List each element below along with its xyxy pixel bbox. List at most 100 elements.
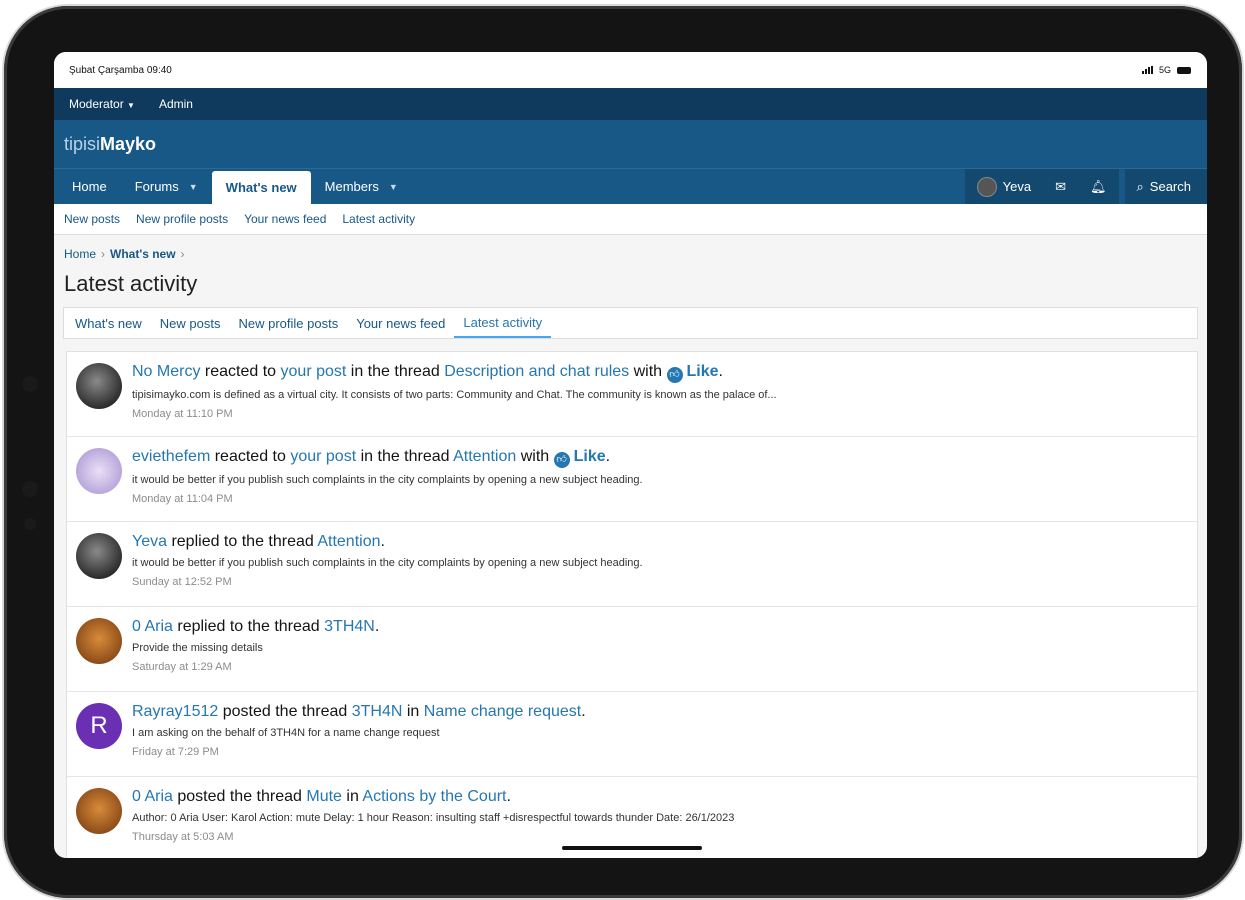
- activity-time[interactable]: Thursday at 5:03 AM: [132, 831, 1197, 843]
- activity-item: eviethefem reacted to your post in the t…: [67, 437, 1197, 522]
- activity-text: replied to the thread: [177, 618, 320, 635]
- filter-tab-new-profile-posts[interactable]: New profile posts: [230, 308, 348, 338]
- activity-text: reacted to: [204, 363, 277, 380]
- subnav-new-profile-posts[interactable]: New profile posts: [136, 212, 228, 226]
- activity-text: .: [718, 363, 723, 380]
- sub-nav: New posts New profile posts Your news fe…: [54, 204, 1207, 235]
- breadcrumb: Home › What's new ›: [54, 235, 1207, 261]
- breadcrumb-home[interactable]: Home: [64, 247, 96, 261]
- activity-text: replied to the thread: [171, 533, 314, 550]
- tab-home[interactable]: Home: [58, 169, 121, 204]
- caret-down-icon[interactable]: ▼: [189, 182, 198, 192]
- user-link[interactable]: 0 Aria: [132, 618, 173, 635]
- activity-time[interactable]: Sunday at 12:52 PM: [132, 576, 1197, 588]
- activity-item: R Rayray1512 posted the thread 3TH4N in …: [67, 692, 1197, 777]
- inbox-icon[interactable]: ✉: [1043, 169, 1078, 204]
- breadcrumb-current[interactable]: What's new: [110, 247, 176, 261]
- activity-snippet: Provide the missing details: [132, 642, 263, 654]
- avatar[interactable]: [76, 788, 122, 834]
- user-name: Yeva: [1002, 179, 1032, 194]
- like-icon: 👍︎: [666, 367, 683, 383]
- filter-tab-whats-new[interactable]: What's new: [66, 308, 151, 338]
- thread-link[interactable]: Attention: [453, 448, 516, 465]
- avatar[interactable]: [76, 448, 122, 494]
- filter-tab-news-feed[interactable]: Your news feed: [347, 308, 454, 338]
- thread-link[interactable]: Mute: [306, 788, 342, 805]
- avatar[interactable]: R: [76, 703, 122, 749]
- battery-icon: [1177, 66, 1191, 74]
- thread-link[interactable]: 3TH4N: [324, 618, 375, 635]
- avatar[interactable]: [76, 533, 122, 579]
- subnav-news-feed[interactable]: Your news feed: [244, 212, 326, 226]
- reaction-label: Like: [686, 363, 719, 380]
- tab-whats-new[interactable]: What's new: [211, 171, 311, 204]
- subnav-new-posts[interactable]: New posts: [64, 212, 120, 226]
- user-link[interactable]: eviethefem: [132, 448, 210, 465]
- staff-bar: Moderator ▼ Admin: [54, 88, 1207, 120]
- activity-snippet: Author: 0 Aria User: Karol Action: mute …: [132, 812, 735, 824]
- tab-whats-new-label: What's new: [225, 180, 297, 195]
- post-link[interactable]: your post: [290, 448, 356, 465]
- avatar[interactable]: [76, 618, 122, 664]
- screen: Şubat Çarşamba 09:40 5G Moderator ▼ Admi…: [54, 52, 1207, 858]
- thread-link[interactable]: 3TH4N: [352, 703, 403, 720]
- avatar[interactable]: [76, 363, 122, 409]
- post-link[interactable]: your post: [281, 363, 347, 380]
- logo-part2: Mayko: [100, 133, 157, 154]
- home-indicator[interactable]: [562, 846, 702, 850]
- thread-link[interactable]: Attention: [317, 533, 380, 550]
- activity-time[interactable]: Friday at 7:29 PM: [132, 746, 1197, 758]
- site-logo[interactable]: tipisiMayko: [64, 134, 156, 155]
- activity-text: in the thread: [350, 363, 440, 380]
- side-button: [24, 518, 36, 530]
- signal-icon: [1141, 66, 1153, 74]
- activity-item: No Mercy reacted to your post in the thr…: [67, 352, 1197, 437]
- bell-icon[interactable]: 🔔︎: [1078, 169, 1119, 204]
- status-datetime: Şubat Çarşamba 09:40: [69, 64, 172, 76]
- activity-text: in the thread: [360, 448, 450, 465]
- forum-link[interactable]: Name change request: [424, 703, 581, 720]
- tablet-frame: Şubat Çarşamba 09:40 5G Moderator ▼ Admi…: [4, 6, 1242, 898]
- moderator-menu[interactable]: Moderator ▼: [69, 97, 135, 111]
- tab-forums[interactable]: Forums ▼: [121, 169, 212, 204]
- activity-text: with: [633, 363, 663, 380]
- caret-down-icon: ▼: [127, 101, 135, 110]
- filter-tab-latest-activity[interactable]: Latest activity: [454, 308, 552, 338]
- thread-link[interactable]: Description and chat rules: [444, 363, 629, 380]
- user-link[interactable]: 0 Aria: [132, 788, 173, 805]
- side-button: [22, 481, 38, 497]
- user-link[interactable]: Yeva: [132, 533, 167, 550]
- tab-members-label: Members: [324, 179, 379, 194]
- activity-text: .: [506, 788, 511, 805]
- like-icon: 👍︎: [553, 452, 570, 468]
- activity-time[interactable]: Saturday at 1:29 AM: [132, 661, 1197, 673]
- forum-link[interactable]: Actions by the Court: [362, 788, 506, 805]
- user-menu[interactable]: Yeva: [964, 169, 1044, 204]
- caret-down-icon[interactable]: ▼: [389, 182, 398, 192]
- user-link[interactable]: No Mercy: [132, 363, 200, 380]
- site-header: tipisiMayko: [54, 120, 1207, 168]
- search-button[interactable]: ⌕ Search: [1124, 169, 1207, 204]
- activity-text: .: [605, 448, 611, 465]
- reaction-label: Like: [573, 448, 606, 465]
- admin-link[interactable]: Admin: [159, 97, 193, 111]
- activity-text: .: [380, 533, 385, 550]
- network-label: 5G: [1158, 65, 1171, 75]
- tab-home-label: Home: [72, 179, 107, 194]
- activity-snippet: it would be better if you publish such c…: [132, 557, 643, 569]
- activity-time[interactable]: Monday at 11:04 PM: [132, 493, 1197, 505]
- activity-text: reacted to: [214, 448, 286, 465]
- status-bar: Şubat Çarşamba 09:40 5G: [54, 52, 1207, 88]
- chevron-right-icon: ›: [101, 247, 106, 261]
- filter-tab-new-posts[interactable]: New posts: [151, 308, 230, 338]
- activity-item: 0 Aria replied to the thread 3TH4N. Prov…: [67, 607, 1197, 692]
- activity-snippet: it would be better if you publish such c…: [132, 474, 643, 486]
- activity-time[interactable]: Monday at 11:10 PM: [132, 408, 1197, 420]
- logo-part1: tipisi: [64, 133, 101, 154]
- activity-text: .: [374, 618, 380, 635]
- tab-members[interactable]: Members ▼: [311, 169, 412, 204]
- subnav-latest-activity[interactable]: Latest activity: [342, 212, 415, 226]
- activity-text: posted the thread: [177, 788, 302, 805]
- user-link[interactable]: Rayray1512: [132, 703, 218, 720]
- avatar: [976, 176, 997, 197]
